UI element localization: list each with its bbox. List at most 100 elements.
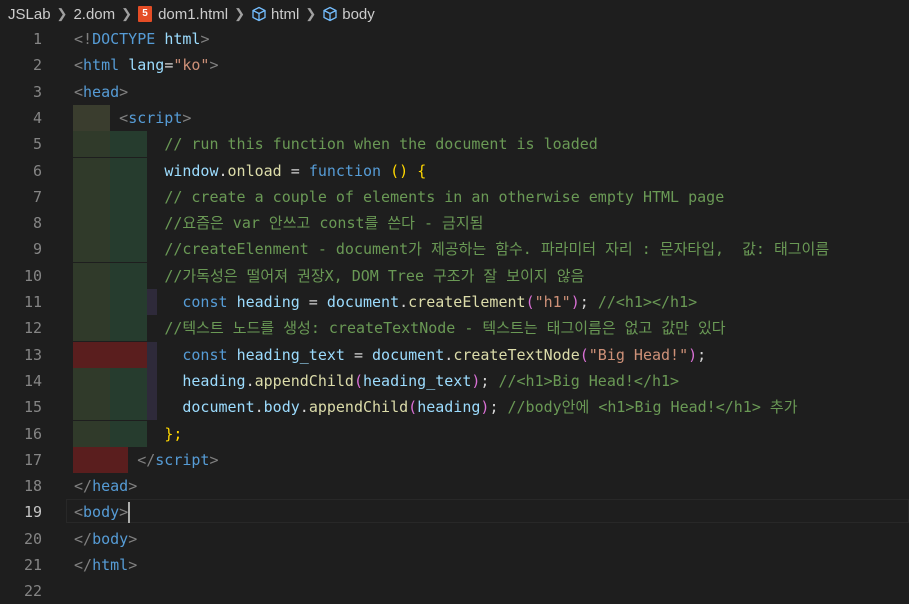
line-number: 15 <box>23 398 42 417</box>
code-token: head <box>83 82 120 101</box>
code-text: //텍스트 노드를 생성: createTextNode - 텍스트는 태그이름… <box>74 315 726 341</box>
code-line[interactable]: 12 //텍스트 노드를 생성: createTextNode - 텍스트는 태… <box>0 315 909 342</box>
code-token: > <box>182 108 192 127</box>
text-cursor <box>128 502 130 524</box>
code-text: </html> <box>74 552 137 578</box>
code-line[interactable]: 15 document.body.appendChild(heading); /… <box>0 394 909 421</box>
code-line[interactable]: 8 //요즘은 var 안쓰고 const를 쓴다 - 금지됨 <box>0 210 909 237</box>
code-token: { <box>417 161 427 180</box>
line-number: 12 <box>23 319 42 338</box>
code-token: html <box>92 556 129 574</box>
code-text: const heading = document.createElement("… <box>74 289 697 315</box>
code-line[interactable]: 17 </script> <box>0 446 909 473</box>
code-token: heading <box>417 398 481 417</box>
code-token: appendChild <box>254 371 354 390</box>
cube-icon <box>323 6 337 22</box>
code-token: ( <box>353 371 363 390</box>
code-text: <!DOCTYPE html> <box>74 26 209 52</box>
line-number: 21 <box>23 556 42 574</box>
code-token: ; <box>489 398 508 417</box>
code-token: > <box>128 556 138 574</box>
code-token: body <box>92 529 129 548</box>
code-token: ( <box>525 293 535 311</box>
code-line[interactable]: 22 <box>0 578 909 604</box>
line-number: 22 <box>23 582 42 601</box>
code-token: < <box>119 108 129 127</box>
code-line[interactable]: 2 <html lang="ko"> <box>0 52 909 78</box>
code-line[interactable]: 1 <!DOCTYPE html> <box>0 26 909 52</box>
code-token: //요즘은 var 안쓰고 const를 쓴다 - 금지됨 <box>164 214 484 233</box>
code-token: > <box>128 529 138 548</box>
code-line[interactable]: 11 const heading = document.createElemen… <box>0 289 909 315</box>
code-line[interactable]: 18 </head> <box>0 473 909 499</box>
line-number: 20 <box>23 529 42 548</box>
code-token: < <box>74 82 84 101</box>
code-token: "h1" <box>534 293 571 311</box>
code-token: > <box>119 503 129 522</box>
code-token: </ <box>74 529 93 548</box>
code-token: //<h1>Big Head!</h1> <box>498 371 680 390</box>
code-line[interactable]: 4 <script> <box>0 104 909 131</box>
code-line[interactable]: 14 heading.appendChild(heading_text); //… <box>0 367 909 394</box>
line-number: 2 <box>32 56 42 75</box>
code-token: }; <box>164 424 183 443</box>
code-token: "Big Head!" <box>588 345 689 364</box>
line-number: 1 <box>32 30 42 48</box>
code-line[interactable]: 19 <body> <box>0 499 909 525</box>
code-line[interactable]: 6 window.onload = function () { <box>0 157 909 184</box>
code-token: </ <box>137 450 156 469</box>
breadcrumb-html[interactable]: html <box>271 6 299 23</box>
breadcrumb-2dom[interactable]: 2.dom <box>73 6 115 23</box>
chevron-right-icon: ❯ <box>234 6 245 21</box>
code-token: heading <box>236 293 300 311</box>
code-text: const heading_text = document.createText… <box>74 342 706 368</box>
code-line[interactable]: 7 // create a couple of elements in an o… <box>0 183 909 210</box>
code-token: heading <box>182 371 246 390</box>
code-token: //body안에 <h1>Big Head!</h1> 추가 <box>507 398 798 417</box>
code-token: html <box>83 56 120 75</box>
code-token: //<h1></h1> <box>597 293 698 311</box>
code-token: createElement <box>408 293 526 311</box>
code-token: . <box>299 398 309 417</box>
code-token: document <box>372 345 445 364</box>
code-token: </ <box>74 556 93 574</box>
code-token: //createElenment - document가 제공하는 함수. 파라… <box>164 240 830 259</box>
code-line[interactable]: 9 //createElenment - document가 제공하는 함수. … <box>0 236 909 263</box>
breadcrumb-file[interactable]: dom1.html <box>158 6 228 23</box>
line-number: 17 <box>23 450 42 469</box>
line-number: 9 <box>32 240 42 259</box>
code-token: const <box>182 345 228 364</box>
line-number: 14 <box>23 371 42 390</box>
code-line[interactable]: 5 // run this function when the document… <box>0 131 909 158</box>
breadcrumb-jslab[interactable]: JSLab <box>8 6 51 23</box>
breadcrumb-body[interactable]: body <box>342 6 375 23</box>
code-token: //가독성은 떨어져 권장X, DOM Tree 구조가 잘 보이지 않음 <box>164 266 585 285</box>
code-token: script <box>128 108 183 127</box>
code-text: <script> <box>74 105 191 131</box>
current-line-highlight <box>66 499 909 524</box>
code-token: = <box>281 161 309 180</box>
line-number: 13 <box>23 345 42 364</box>
code-line[interactable]: 21 </html> <box>0 552 909 578</box>
code-line[interactable]: 13 const heading_text = document.createT… <box>0 341 909 368</box>
code-line[interactable]: 3 <head> <box>0 79 909 105</box>
line-number: 10 <box>23 266 42 285</box>
code-editor[interactable]: 1 <!DOCTYPE html> 2 <html lang="ko"> 3 <head>… <box>0 26 909 600</box>
code-line[interactable]: 16 }; <box>0 420 909 447</box>
code-text: //요즘은 var 안쓰고 const를 쓴다 - 금지됨 <box>74 210 483 236</box>
code-line[interactable]: 10 //가독성은 떨어져 권장X, DOM Tree 구조가 잘 보이지 않음 <box>0 262 909 289</box>
code-text: <html lang="ko"> <box>74 52 219 78</box>
code-token: //텍스트 노드를 생성: createTextNode - 텍스트는 태그이름… <box>164 319 726 338</box>
code-token: // run this function when the document i… <box>164 135 598 154</box>
html5-icon: 5 <box>138 6 153 22</box>
code-line[interactable]: 20 </body> <box>0 526 909 552</box>
code-token: heading_text <box>363 371 472 390</box>
